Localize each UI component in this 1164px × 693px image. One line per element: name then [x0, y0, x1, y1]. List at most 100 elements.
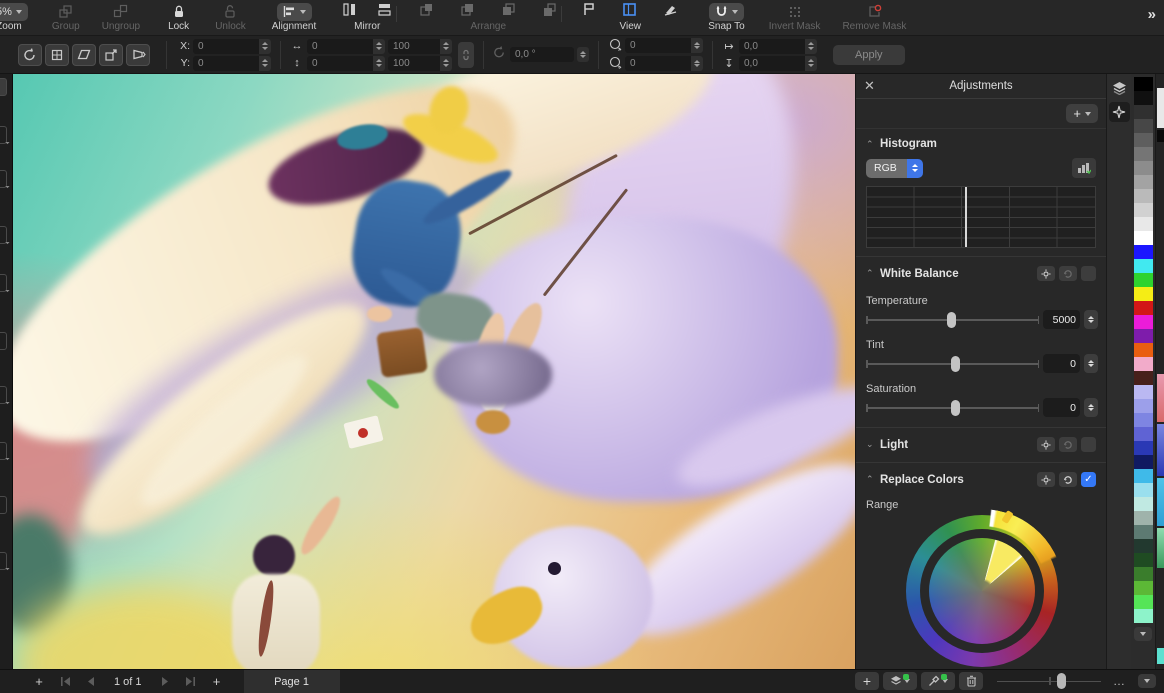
palette-expand-button-2[interactable] [1138, 674, 1156, 688]
snap-to-control[interactable]: Snap To [708, 0, 745, 36]
unlock-button[interactable]: Unlock [215, 0, 246, 36]
guides-icon-button[interactable] [582, 2, 596, 22]
add-page-button-2[interactable]: + [204, 670, 230, 693]
palette-swatch[interactable] [1134, 455, 1153, 469]
previous-page-button[interactable] [78, 670, 104, 693]
palette-swatch[interactable] [1134, 497, 1153, 511]
shear-y-input[interactable]: 0 [625, 56, 703, 71]
histogram-options-button[interactable] [1072, 158, 1096, 178]
layers-panel-tab[interactable] [1109, 78, 1130, 98]
page-tab[interactable]: Page 1 [244, 670, 340, 693]
skew-tool-button[interactable] [72, 44, 96, 66]
palette-swatch[interactable] [1134, 231, 1153, 245]
height-percent-stepper[interactable] [440, 56, 452, 71]
snap-to-dropdown[interactable] [709, 3, 744, 21]
lock-button[interactable]: Lock [168, 0, 189, 36]
rotation-input[interactable]: 0,0 ° [510, 47, 574, 62]
slider-thumb[interactable] [951, 356, 960, 372]
send-backward-button[interactable] [501, 2, 516, 22]
palette-swatch[interactable] [1134, 581, 1153, 595]
tool-fragment[interactable] [0, 496, 7, 514]
color-wheel[interactable] [856, 513, 1106, 669]
artboard-view-button[interactable] [622, 2, 637, 22]
outline-view-button[interactable] [663, 2, 678, 22]
height-percent-input[interactable]: 100 [388, 56, 452, 71]
palette-swatch[interactable] [1134, 189, 1153, 203]
palette-swatch[interactable] [1134, 371, 1153, 385]
palette-swatch[interactable] [1134, 441, 1153, 455]
width-percent-stepper[interactable] [440, 39, 452, 54]
wb-reset-button[interactable] [1059, 266, 1077, 281]
saturation-stepper[interactable] [1084, 398, 1098, 417]
expand-chevron-icon[interactable]: ⌄ [866, 439, 880, 450]
shear-x-stepper[interactable] [691, 38, 703, 53]
collapse-chevron-icon[interactable]: ⌃ [866, 139, 880, 150]
alignment-dropdown[interactable] [277, 3, 312, 21]
palette-swatch[interactable] [1134, 329, 1153, 343]
add-page-button[interactable]: + [26, 670, 52, 693]
palette-swatch[interactable] [1134, 133, 1153, 147]
y-stepper[interactable] [259, 56, 271, 71]
palette-swatch[interactable] [1134, 609, 1153, 623]
ungroup-button[interactable]: Ungroup [102, 0, 140, 36]
invert-mask-button[interactable]: Invert Mask [769, 0, 821, 36]
replace-colors-options-button[interactable] [1037, 472, 1055, 487]
collapse-chevron-icon[interactable]: ⌃ [866, 268, 880, 279]
first-page-button[interactable] [52, 670, 78, 693]
palette-swatch[interactable] [1134, 273, 1153, 287]
palette-swatch[interactable] [1134, 595, 1153, 609]
tools-sidebar-clipped[interactable] [0, 74, 13, 669]
perspective-tool-button[interactable] [126, 44, 150, 66]
light-enabled-checkbox[interactable] [1081, 437, 1096, 452]
add-replace-color-button[interactable]: + [855, 672, 879, 690]
apply-button[interactable]: Apply [833, 45, 905, 65]
width-input[interactable]: 0 [307, 39, 385, 54]
tint-slider[interactable] [866, 355, 1039, 372]
palette-swatch[interactable] [1134, 315, 1153, 329]
distribute-y-stepper[interactable] [805, 56, 817, 71]
crop-tool-button[interactable] [45, 44, 69, 66]
palette-swatch[interactable] [1134, 147, 1153, 161]
shear-y-stepper[interactable] [691, 56, 703, 71]
palette-swatch[interactable] [1134, 357, 1153, 371]
rotate-tool-button[interactable] [18, 44, 42, 66]
light-reset-button[interactable] [1059, 437, 1077, 452]
replace-colors-enabled-checkbox[interactable]: ✓ [1081, 472, 1096, 487]
palette-swatch[interactable] [1134, 385, 1153, 399]
y-input[interactable]: 0 [193, 56, 271, 71]
palette-swatch[interactable] [1134, 91, 1153, 105]
saturation-value[interactable]: 0 [1043, 398, 1080, 417]
mirror-horizontal-button[interactable] [342, 2, 357, 22]
distribute-x-stepper[interactable] [805, 39, 817, 54]
bring-forward-button[interactable] [419, 2, 434, 22]
palette-swatch[interactable] [1134, 245, 1153, 259]
palette-swatch[interactable] [1134, 259, 1153, 273]
palette-swatch[interactable] [1134, 553, 1153, 567]
delete-color-button[interactable] [959, 672, 983, 690]
slider-thumb[interactable] [951, 400, 960, 416]
width-stepper[interactable] [373, 39, 385, 54]
temperature-value[interactable]: 5000 [1043, 310, 1080, 329]
scale-tool-button[interactable] [99, 44, 123, 66]
light-options-button[interactable] [1037, 437, 1055, 452]
palette-swatch[interactable] [1134, 175, 1153, 189]
shear-x-input[interactable]: 0 [625, 38, 703, 53]
saturation-slider[interactable] [866, 399, 1039, 416]
palette-swatch[interactable] [1134, 539, 1153, 553]
palette-swatch[interactable] [1134, 343, 1153, 357]
close-icon[interactable]: ✕ [864, 78, 882, 94]
palette-expand-button[interactable] [1134, 627, 1152, 641]
palette-swatch[interactable] [1134, 511, 1153, 525]
tolerance-slider[interactable] [997, 672, 1101, 690]
palette-swatch[interactable] [1134, 105, 1153, 119]
palette-swatch[interactable] [1134, 469, 1153, 483]
palette-swatch[interactable] [1134, 427, 1153, 441]
height-input[interactable]: 0 [307, 56, 385, 71]
zoom-dropdown[interactable]: 5% [0, 3, 28, 21]
width-percent-input[interactable]: 100 [388, 39, 452, 54]
alignment-control[interactable]: Alignment [272, 0, 316, 36]
group-button[interactable]: Group [52, 0, 80, 36]
height-stepper[interactable] [373, 56, 385, 71]
palette-swatch[interactable] [1134, 77, 1153, 91]
palette-swatch[interactable] [1134, 161, 1153, 175]
